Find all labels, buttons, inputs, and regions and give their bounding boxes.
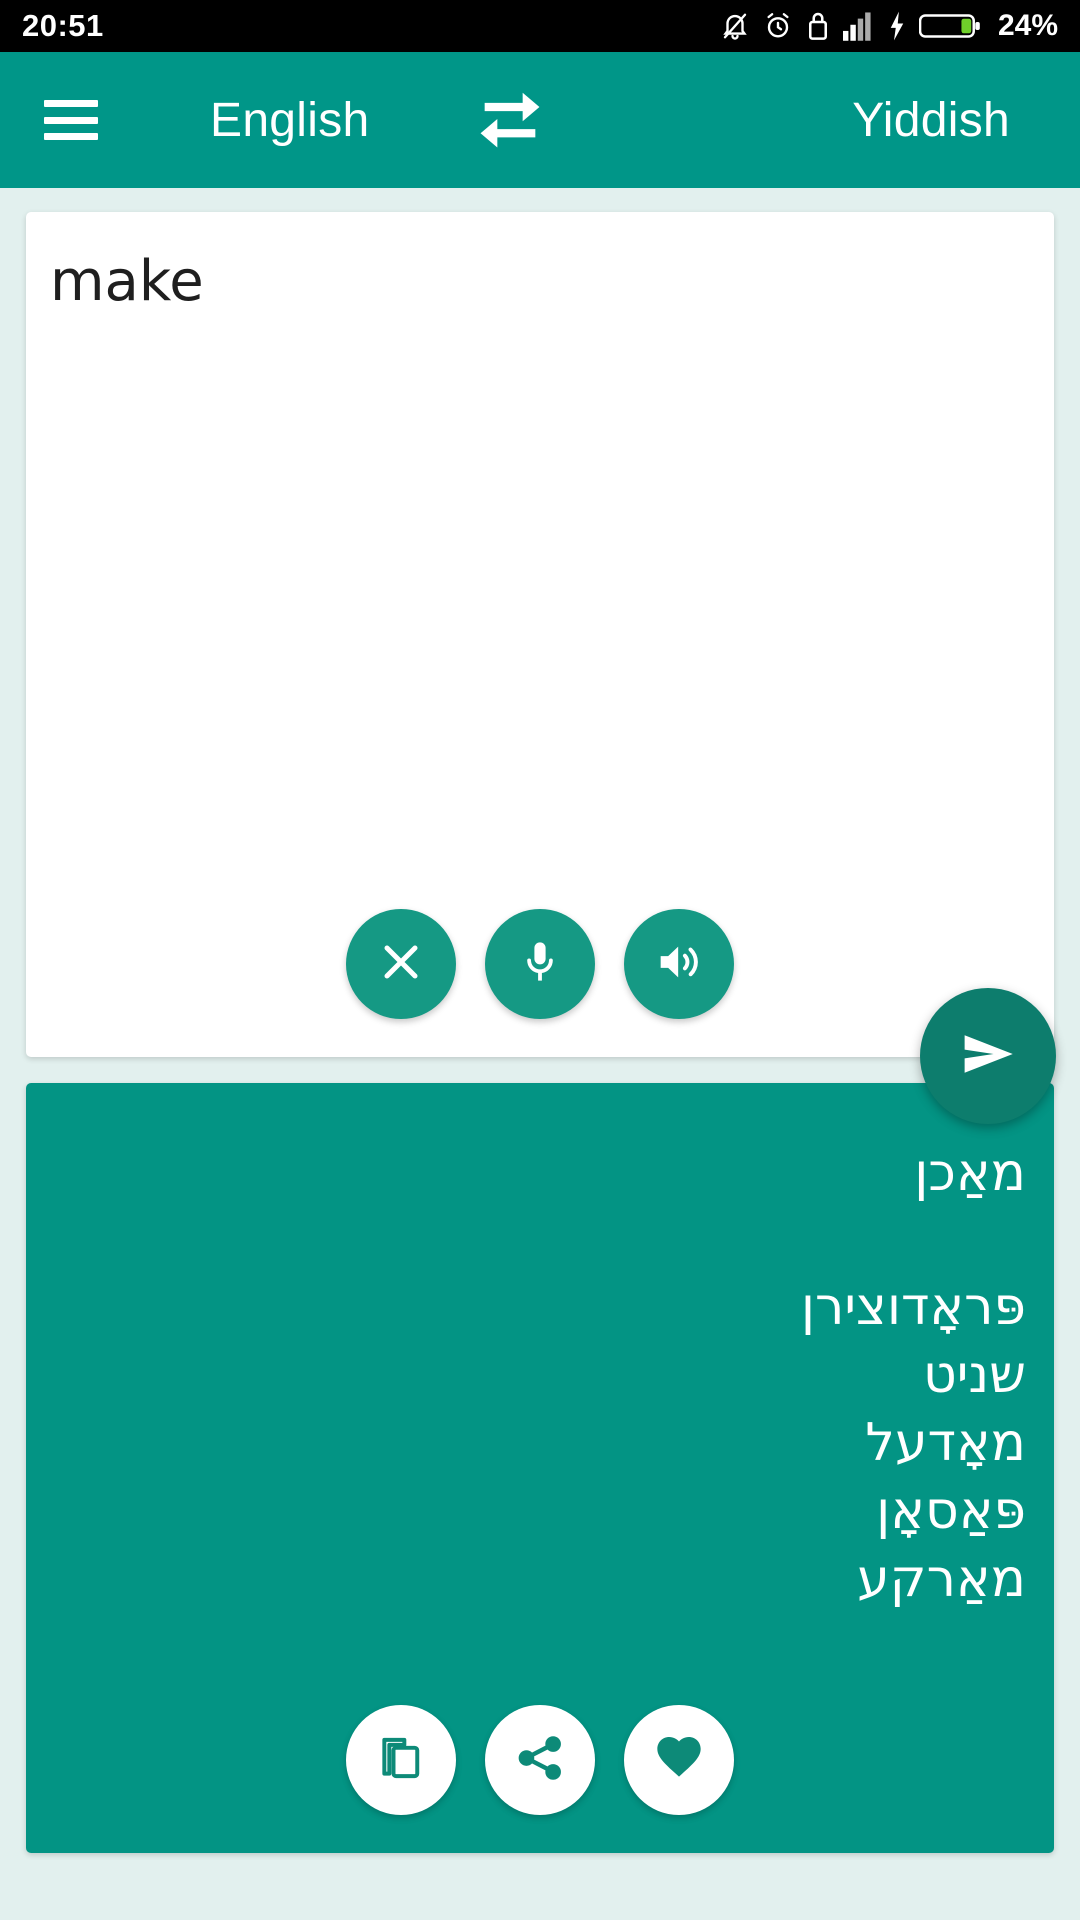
status-bar: 20:51 24% — [0, 0, 1080, 52]
copy-icon — [376, 1733, 426, 1788]
copy-button[interactable] — [346, 1705, 456, 1815]
close-icon — [377, 938, 425, 991]
result-actions — [26, 1705, 1054, 1815]
microphone-button[interactable] — [485, 909, 595, 1019]
send-icon — [955, 1021, 1021, 1092]
signal-bars-icon — [842, 11, 875, 41]
translate-send-button[interactable] — [920, 988, 1056, 1124]
source-language-button[interactable]: English — [210, 93, 370, 148]
clear-button[interactable] — [346, 909, 456, 1019]
status-icons: 24% — [720, 9, 1058, 43]
volume-up-icon — [654, 937, 704, 992]
speak-source-button[interactable] — [624, 909, 734, 1019]
notifications-off-icon — [720, 10, 750, 42]
heart-icon — [653, 1732, 705, 1789]
swap-languages-icon[interactable] — [464, 74, 556, 166]
charging-bolt-icon — [888, 11, 906, 41]
alarm-icon — [763, 10, 793, 42]
target-language-button[interactable]: Yiddish — [852, 93, 1010, 148]
hamburger-menu-icon[interactable] — [44, 100, 98, 140]
list-item: פּראָדוצירן — [800, 1277, 1026, 1337]
app-bar: English Yiddish — [0, 52, 1080, 188]
list-item: שניט — [922, 1345, 1026, 1406]
source-text-input[interactable]: make — [50, 248, 204, 315]
translation-text: מאַכן — [914, 1143, 1026, 1203]
list-item: מאַרקע — [857, 1549, 1026, 1610]
main-content: make מאַכן פּראָדוצירן שניט מאָדעל פּאַס… — [0, 188, 1080, 1920]
list-item: פּאַסאָן — [876, 1481, 1026, 1542]
translation-result-card[interactable]: מאַכן פּראָדוצירן שניט מאָדעל פּאַסאָן מ… — [26, 1083, 1054, 1853]
status-time: 20:51 — [22, 8, 104, 43]
source-text-card[interactable]: make — [26, 212, 1054, 1057]
favorite-button[interactable] — [624, 1705, 734, 1815]
battery-percent: 24% — [997, 9, 1058, 42]
battery-icon — [918, 11, 981, 41]
lock-icon — [806, 10, 830, 42]
share-button[interactable] — [485, 1705, 595, 1815]
synonym-list: פּראָדוצירן שניט מאָדעל פּאַסאָן מאַרקע — [801, 1273, 1026, 1614]
share-icon — [515, 1733, 565, 1788]
source-actions — [26, 909, 1054, 1019]
list-item: מאָדעל — [865, 1413, 1026, 1474]
microphone-icon — [516, 938, 564, 991]
